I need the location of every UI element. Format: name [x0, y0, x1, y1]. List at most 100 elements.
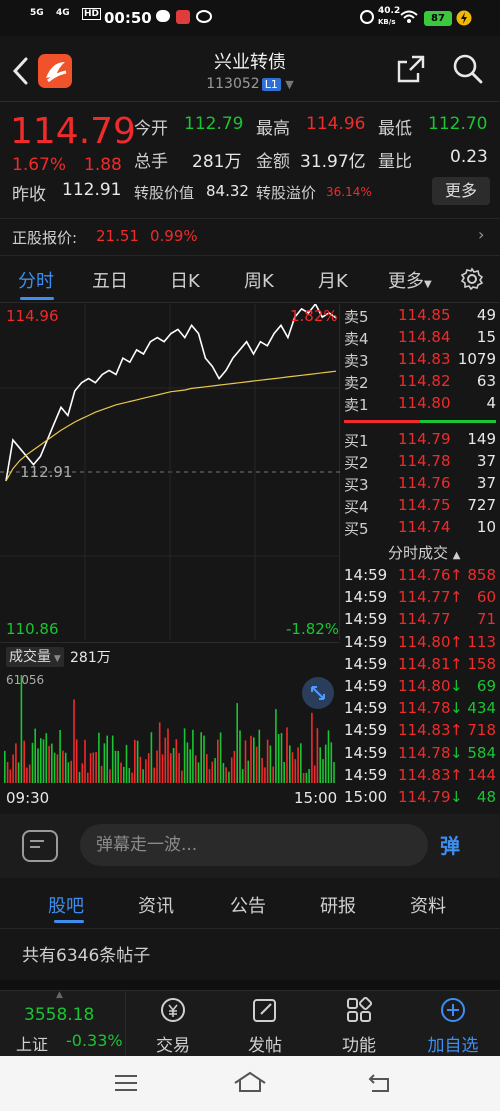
chart-tabs: 分时 五日 日K 周K 月K 更多▼ [0, 257, 500, 303]
bottom-nav: ▲ 3558.18 上证 -0.33% 交易 发帖 功能 加自选 [0, 990, 500, 1057]
volume-bar [305, 772, 308, 783]
tab-announcements[interactable]: 公告 [230, 892, 266, 918]
tab-profile[interactable]: 资料 [410, 892, 446, 918]
home-icon[interactable] [232, 1070, 268, 1094]
volume-bar [170, 753, 172, 783]
volume-bar [53, 752, 56, 783]
danmu-toggle-icon[interactable] [22, 830, 58, 862]
bid-vol: 37 [476, 452, 496, 470]
arrow-down-icon: ↓ [450, 788, 463, 806]
charging-icon [456, 10, 472, 26]
tab-intraday[interactable]: 分时 [18, 267, 54, 293]
volume-bar [214, 758, 216, 783]
add-circle-icon [441, 998, 465, 1022]
more-button[interactable]: 更多 [432, 177, 490, 205]
bid-vol: 37 [476, 474, 496, 492]
chart-bottom-pct: -1.82% [286, 620, 340, 638]
volume-bar [75, 739, 78, 783]
bid-row: 买4 114.75 727 [342, 494, 500, 516]
trade-time: 14:59 [344, 632, 388, 651]
menu-icon[interactable] [114, 1074, 138, 1092]
arrow-down-icon: ↓ [450, 699, 463, 718]
volume-bar [134, 739, 136, 783]
settings-gear-icon[interactable] [460, 267, 484, 291]
arrow-up-icon: ↑ [450, 765, 463, 784]
volume-bar [219, 732, 222, 783]
volume-bar [194, 755, 197, 783]
trade-row: 14:59 114.77 ↑ 60 [342, 586, 500, 608]
volume-bar [247, 760, 250, 783]
share-icon[interactable] [396, 54, 426, 84]
signal-4g: 4G [56, 8, 70, 18]
battery-indicator: 87 [424, 11, 452, 26]
volume-bar [311, 712, 313, 783]
trade-time: 14:59 [344, 721, 388, 740]
high-label: 最高 [256, 119, 290, 139]
ratio-label: 量比 [378, 152, 412, 172]
high-value: 114.96 [306, 114, 366, 134]
volume-selector[interactable]: 成交量 ▼ [6, 647, 64, 667]
dropdown-arrow-icon: ▼ [51, 654, 61, 664]
volume-bar [269, 745, 272, 783]
ask-row: 卖3 114.83 1079 [342, 348, 500, 370]
trade-icon [161, 998, 185, 1022]
nav-trade[interactable]: 交易 [128, 991, 218, 1057]
tab-five-day[interactable]: 五日 [92, 267, 128, 293]
search-icon[interactable] [452, 53, 484, 85]
bid-price: 114.75 [398, 496, 451, 514]
bid-label: 买2 [344, 454, 369, 472]
volume-bar [233, 750, 236, 783]
trade-vol: 718 [467, 721, 496, 740]
bid-vol: 727 [467, 496, 496, 514]
volume-bar [322, 759, 324, 783]
tab-daily-k[interactable]: 日K [170, 267, 200, 293]
volume-bar [313, 765, 316, 783]
ask-row: 卖2 114.82 63 [342, 370, 500, 392]
tab-monthly-k[interactable]: 月K [318, 267, 348, 293]
current-price: 114.79 [10, 111, 136, 152]
trade-time: 14:59 [344, 610, 388, 629]
volume-bar [125, 744, 128, 783]
tab-weekly-k[interactable]: 周K [244, 267, 274, 293]
chart-mid-price: 112.91 [20, 463, 73, 481]
signal-5g: 5G [30, 8, 44, 18]
end-time: 15:00 [294, 789, 338, 807]
trade-price: 114.76 [398, 566, 451, 584]
volume-bar [95, 751, 97, 783]
trade-vol: 48 [476, 788, 496, 806]
chart-top-price: 114.96 [6, 307, 59, 325]
volume-bar [89, 753, 92, 783]
volume-bar [333, 762, 335, 783]
tab-news[interactable]: 资讯 [138, 892, 174, 918]
amount-value: 31.97亿 [300, 152, 366, 172]
trade-time: 14:59 [344, 743, 388, 762]
trade-price: 114.80 [398, 677, 451, 695]
trades-title-row[interactable]: 分时成交 ▲ [388, 542, 461, 563]
underlying-price: 21.51 [96, 227, 139, 245]
volume-bar [31, 742, 34, 783]
tab-research[interactable]: 研报 [320, 892, 356, 918]
volume-bar [145, 759, 147, 783]
index-ticker[interactable]: ▲ 3558.18 上证 -0.33% [0, 990, 126, 1057]
tab-more[interactable]: 更多▼ [388, 267, 432, 293]
tab-forum[interactable]: 股吧 [48, 892, 84, 918]
danmu-input[interactable]: 弹幕走一波... [80, 824, 428, 866]
volume-bar [131, 772, 133, 783]
stock-code: 113052 [206, 76, 260, 92]
danmu-send-button[interactable]: 弹 [440, 830, 460, 859]
arrow-up-icon: ↑ [450, 588, 463, 607]
nav-add-watchlist[interactable]: 加自选 [408, 991, 498, 1057]
ask-price: 114.82 [398, 372, 451, 390]
intraday-chart[interactable]: 114.96 1.82% 112.91 110.86 -1.82% [0, 304, 340, 640]
volume-bar [277, 734, 280, 783]
trade-vol: 158 [467, 654, 496, 673]
nav-functions[interactable]: 功能 [314, 991, 404, 1057]
trade-row: 14:59 114.80 ↓ 69 [342, 675, 500, 697]
volume-bar [106, 735, 108, 783]
volume-bar [261, 757, 263, 783]
nav-post[interactable]: 发帖 [220, 991, 310, 1057]
volume-chart[interactable]: 成交量 ▼ 281万 61056 09:30 15:00 [0, 642, 340, 812]
back-nav-icon[interactable] [368, 1072, 394, 1094]
underlying-quote-row[interactable]: 正股报价: 21.51 0.99% › [0, 218, 500, 256]
turnover-value: 281万 [192, 152, 242, 172]
